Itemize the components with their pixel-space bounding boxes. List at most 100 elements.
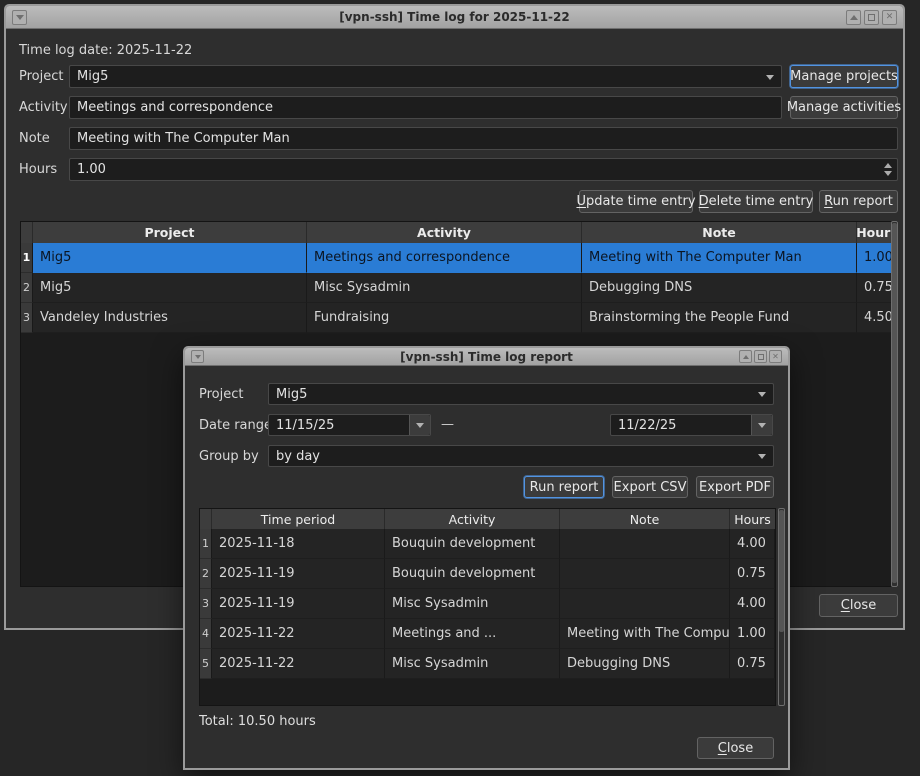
note-label: Note <box>19 127 50 150</box>
cell-activity: Fundraising <box>307 303 582 333</box>
table-row[interactable]: 1 Mig5 Meetings and correspondence Meeti… <box>21 243 897 273</box>
cell-activity: Misc Sysadmin <box>385 649 560 679</box>
date-range-label: Date range <box>199 414 272 437</box>
chevron-down-icon <box>758 423 766 428</box>
cell-project: Vandeley Industries <box>33 303 307 333</box>
note-input[interactable]: Meeting with The Computer Man <box>69 127 898 150</box>
cell-project: Mig5 <box>33 243 307 273</box>
activity-input[interactable]: Meetings and correspondence <box>69 96 782 119</box>
table-row[interactable]: 1 2025-11-18 Bouquin development 4.00 <box>200 529 775 559</box>
scrollbar-thumb[interactable] <box>892 223 897 583</box>
report-run-report-button[interactable]: Run report <box>524 476 604 498</box>
date-from-dropdown-button[interactable] <box>409 415 430 435</box>
table-row[interactable]: 4 2025-11-22 Meetings and ... Meeting wi… <box>200 619 775 649</box>
date-from-picker[interactable]: 11/15/25 <box>268 414 431 436</box>
shade-icon <box>743 355 749 359</box>
report-dialog-title: [vpn-ssh] Time log report <box>185 350 788 364</box>
window-menu-button[interactable] <box>191 350 204 363</box>
header-activity[interactable]: Activity <box>307 222 582 243</box>
report-dialog: [vpn-ssh] Time log report ✕ Project Mig5… <box>183 346 790 770</box>
spinner-arrows[interactable] <box>884 159 892 180</box>
maximize-icon <box>758 354 764 360</box>
header-note[interactable]: Note <box>560 509 730 529</box>
project-label: Project <box>19 65 63 88</box>
maximize-button[interactable] <box>864 10 879 25</box>
date-range-separator: — <box>441 414 454 436</box>
manage-activities-button[interactable]: Manage activities <box>790 96 898 119</box>
table-header-row: Time period Activity Note Hours <box>200 509 775 529</box>
export-csv-button[interactable]: Export CSV <box>612 476 688 498</box>
close-button[interactable]: Close <box>819 594 898 617</box>
manage-projects-button[interactable]: Manage projects <box>790 65 898 88</box>
project-combobox[interactable]: Mig5 <box>69 65 782 88</box>
table-row[interactable]: 3 2025-11-19 Misc Sysadmin 4.00 <box>200 589 775 619</box>
date-to-dropdown-button[interactable] <box>751 415 772 435</box>
maximize-button[interactable] <box>754 350 767 363</box>
cell-activity: Bouquin development <box>385 529 560 559</box>
run-report-button[interactable]: Run report <box>819 190 898 213</box>
cell-hours: 0.75 <box>730 649 775 679</box>
export-pdf-button[interactable]: Export PDF <box>696 476 774 498</box>
close-window-button[interactable]: ✕ <box>882 10 897 25</box>
group-by-value: by day <box>276 449 320 464</box>
report-titlebar[interactable]: [vpn-ssh] Time log report ✕ <box>185 348 788 366</box>
update-time-entry-button[interactable]: Update time entry <box>579 190 693 213</box>
table-row[interactable]: 2 Mig5 Misc Sysadmin Debugging DNS 0.75 <box>21 273 897 303</box>
shade-button[interactable] <box>739 350 752 363</box>
cell-note: Debugging DNS <box>582 273 857 303</box>
report-table: Time period Activity Note Hours 1 2025-1… <box>199 508 776 706</box>
cell-hours: 0.75 <box>730 559 775 589</box>
chevron-down-icon <box>758 392 766 397</box>
header-time-period[interactable]: Time period <box>212 509 385 529</box>
cell-hours: 4.00 <box>730 529 775 559</box>
report-close-button[interactable]: Close <box>697 737 774 759</box>
chevron-down-icon <box>766 75 774 80</box>
cell-time-period: 2025-11-19 <box>212 589 385 619</box>
cell-time-period: 2025-11-18 <box>212 529 385 559</box>
activity-label: Activity <box>19 96 68 119</box>
group-by-combobox[interactable]: by day <box>268 445 774 467</box>
cell-activity: Bouquin development <box>385 559 560 589</box>
report-project-value: Mig5 <box>276 387 307 402</box>
cell-activity: Misc Sysadmin <box>385 589 560 619</box>
close-window-button[interactable]: ✕ <box>769 350 782 363</box>
timelog-titlebar[interactable]: [vpn-ssh] Time log for 2025-11-22 ✕ <box>6 6 903 29</box>
date-to-value: 11/22/25 <box>618 418 676 433</box>
table-scrollbar[interactable] <box>891 221 898 587</box>
spin-down-icon <box>884 171 892 176</box>
header-activity[interactable]: Activity <box>385 509 560 529</box>
window-menu-button[interactable] <box>12 10 27 25</box>
header-hours[interactable]: Hours <box>730 509 775 529</box>
cell-time-period: 2025-11-22 <box>212 649 385 679</box>
table-row[interactable]: 2 2025-11-19 Bouquin development 0.75 <box>200 559 775 589</box>
cell-project: Mig5 <box>33 273 307 303</box>
hours-label: Hours <box>19 158 57 181</box>
scrollbar-thumb[interactable] <box>779 510 784 632</box>
cell-activity: Meetings and ... <box>385 619 560 649</box>
cell-time-period: 2025-11-22 <box>212 619 385 649</box>
activity-value: Meetings and correspondence <box>77 100 273 115</box>
timelog-date-label: Time log date: 2025-11-22 <box>19 43 192 58</box>
cell-note: Meeting with The Computer Man <box>582 243 857 273</box>
cell-note: Meeting with The Computer... <box>560 619 730 649</box>
table-row[interactable]: 3 Vandeley Industries Fundraising Brains… <box>21 303 897 333</box>
header-rownum <box>200 509 212 529</box>
cell-note <box>560 589 730 619</box>
report-table-scrollbar[interactable] <box>778 508 785 706</box>
shade-button[interactable] <box>846 10 861 25</box>
maximize-icon <box>868 14 875 21</box>
window-menu-icon <box>16 15 24 20</box>
header-project[interactable]: Project <box>33 222 307 243</box>
report-project-combobox[interactable]: Mig5 <box>268 383 774 405</box>
table-row[interactable]: 5 2025-11-22 Misc Sysadmin Debugging DNS… <box>200 649 775 679</box>
close-icon: ✕ <box>886 13 894 22</box>
header-note[interactable]: Note <box>582 222 857 243</box>
cell-hours: 4.00 <box>730 589 775 619</box>
delete-time-entry-button[interactable]: Delete time entry <box>699 190 813 213</box>
header-rownum <box>21 222 33 243</box>
group-by-label: Group by <box>199 445 259 468</box>
hours-spinbox[interactable]: 1.00 <box>69 158 898 181</box>
date-to-picker[interactable]: 11/22/25 <box>610 414 773 436</box>
spin-up-icon <box>884 163 892 168</box>
note-value: Meeting with The Computer Man <box>77 131 290 146</box>
